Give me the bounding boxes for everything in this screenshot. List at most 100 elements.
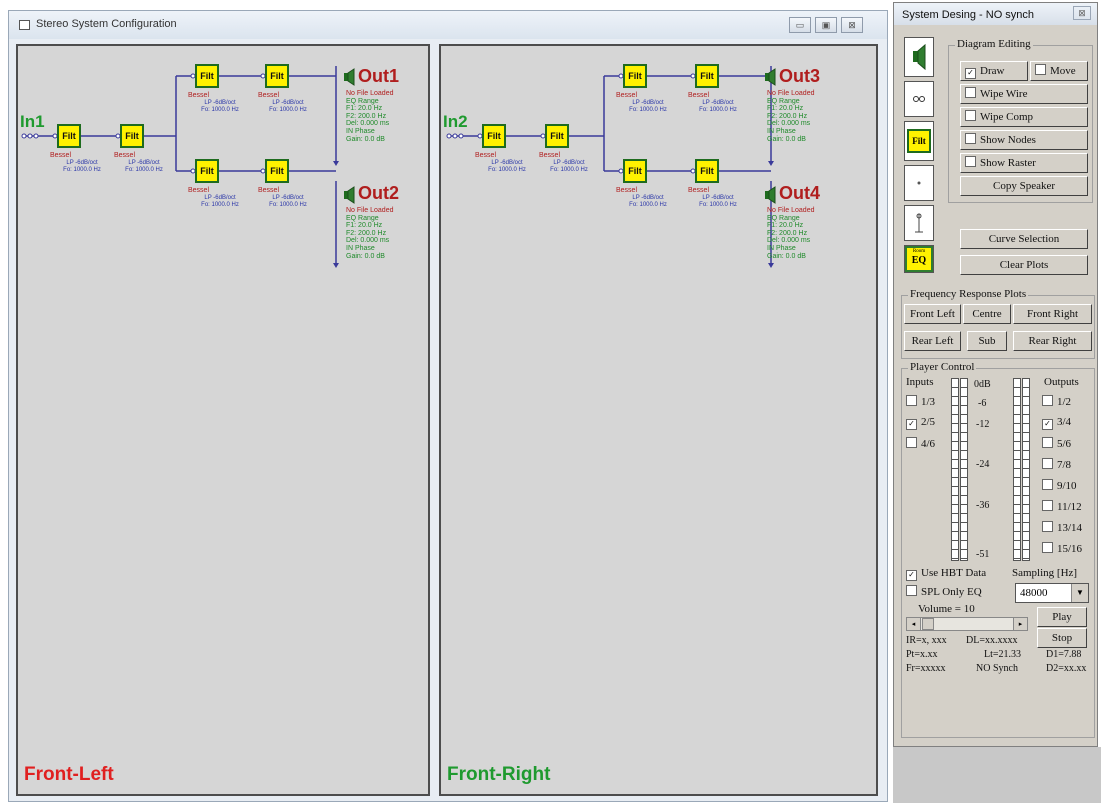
fr-readout: Fr=xxxxx	[906, 663, 946, 674]
close-button[interactable]: ⊠	[1073, 6, 1091, 20]
wipe-comp-toggle[interactable]: Wipe Comp	[960, 107, 1088, 127]
input-checkbox[interactable]: 4/6	[906, 437, 935, 450]
close-button[interactable]: ⊠	[841, 17, 863, 33]
copy-speaker-button[interactable]: Copy Speaker	[960, 176, 1088, 196]
spl-only-checkbox[interactable]: SPL Only EQ	[906, 585, 982, 598]
front-right-panel[interactable]: In2 Filt Bessel LP -6dB/oct Fo: 1000.0 Hz…	[439, 44, 878, 796]
window-icon	[19, 20, 30, 30]
output-checkbox[interactable]: ✓ 3/4	[1042, 416, 1071, 430]
checkbox	[1042, 542, 1053, 553]
room-eq-tool[interactable]: Room EQ	[904, 245, 934, 273]
panel-name: Front-Left	[24, 764, 114, 785]
output-checkbox[interactable]: 11/12	[1042, 500, 1082, 513]
filter-params: LP -6dB/oct Fo: 1000.0 Hz	[201, 195, 239, 208]
output-checkbox[interactable]: 7/8	[1042, 458, 1071, 471]
window-title: System Desing - NO synch	[902, 9, 1035, 21]
play-button[interactable]: Play	[1037, 607, 1087, 627]
filter-block[interactable]: Filt	[265, 64, 289, 88]
dot-icon	[917, 181, 921, 185]
speaker-icon	[913, 43, 926, 71]
centre-plot-button[interactable]: Centre	[963, 304, 1011, 324]
checkbox-checked: ✓	[965, 68, 976, 79]
filter-block[interactable]: Filt	[265, 159, 289, 183]
filter-block[interactable]: Filt	[57, 124, 81, 148]
checkbox-checked: ✓	[906, 570, 917, 581]
db-scale-label: 0dB	[974, 379, 991, 390]
filter-block[interactable]: Filt	[195, 159, 219, 183]
front-right-plot-button[interactable]: Front Right	[1013, 304, 1092, 324]
outputs-label: Outputs	[1044, 376, 1079, 388]
input-checkbox[interactable]: 1/3	[906, 395, 935, 408]
node-tool[interactable]	[904, 165, 934, 201]
curve-selection-button[interactable]: Curve Selection	[960, 229, 1088, 249]
probe-tool[interactable]	[904, 205, 934, 241]
title-bar[interactable]: Stereo System Configuration ▭ ▣ ⊠	[9, 11, 887, 39]
output-checkbox[interactable]: 5/6	[1042, 437, 1071, 450]
speaker-tool[interactable]	[904, 37, 934, 77]
scroll-right-icon[interactable]: ▸	[1013, 618, 1027, 630]
front-left-plot-button[interactable]: Front Left	[904, 304, 961, 324]
system-design-window: System Desing - NO synch ⊠ Filt Room EQ …	[893, 2, 1098, 747]
filter-type: Bessel	[688, 187, 710, 194]
volume-slider[interactable]: ◂ ▸	[906, 617, 1028, 631]
filter-params: LP -6dB/oct Fo: 1000.0 Hz	[699, 195, 737, 208]
filter-block[interactable]: Filt	[120, 124, 144, 148]
filter-params: LP -6dB/oct Fo: 1000.0 Hz	[550, 160, 588, 173]
wiring-diagram	[21, 66, 339, 268]
output-checkbox[interactable]: 1/2	[1042, 395, 1071, 408]
minimize-button[interactable]: ▭	[789, 17, 811, 33]
filter-block[interactable]: Filt	[623, 159, 647, 183]
speaker-icon[interactable]	[343, 186, 357, 204]
filter-block[interactable]: Filt	[482, 124, 506, 148]
show-nodes-toggle[interactable]: Show Nodes	[960, 130, 1088, 150]
sub-plot-button[interactable]: Sub	[967, 331, 1007, 351]
checkbox	[1042, 458, 1053, 469]
group-title: Diagram Editing	[955, 38, 1033, 50]
output-checkbox[interactable]: 15/16	[1042, 542, 1082, 555]
filter-block[interactable]: Filt	[695, 159, 719, 183]
title-bar[interactable]: System Desing - NO synch ⊠	[894, 3, 1097, 25]
sampling-select[interactable]: 48000 ▼	[1015, 583, 1089, 603]
maximize-button[interactable]: ▣	[815, 17, 837, 33]
use-hbt-checkbox[interactable]: ✓ Use HBT Data	[906, 567, 986, 581]
output-info: No File Loaded EQ Range F1: 20.0 Hz F2: …	[767, 90, 815, 143]
output-info: No File Loaded EQ Range F1: 20.0 Hz F2: …	[767, 207, 815, 260]
filter-tool[interactable]: Filt	[904, 121, 934, 161]
front-left-panel[interactable]: In1 Filt Bessel LP -6dB/oct Fo: 1000.0 Hz…	[16, 44, 430, 796]
wire-tool[interactable]	[904, 81, 934, 117]
clear-plots-button[interactable]: Clear Plots	[960, 255, 1088, 275]
move-toggle[interactable]: Move	[1030, 61, 1088, 81]
filter-type: Bessel	[188, 187, 210, 194]
panel-name: Front-Right	[447, 764, 551, 785]
filter-type: Bessel	[616, 187, 638, 194]
filter-params: LP -6dB/oct Fo: 1000.0 Hz	[699, 100, 737, 113]
scroll-left-icon[interactable]: ◂	[907, 618, 921, 630]
checkbox-checked: ✓	[906, 419, 917, 430]
filter-type: Bessel	[688, 92, 710, 99]
checkbox	[1042, 437, 1053, 448]
input-checkbox[interactable]: ✓ 2/5	[906, 416, 935, 430]
checkbox	[1042, 395, 1053, 406]
db-scale-label: -6	[978, 398, 987, 409]
filter-block[interactable]: Filt	[545, 124, 569, 148]
sampling-label: Sampling [Hz]	[1012, 567, 1078, 579]
filter-block[interactable]: Filt	[695, 64, 719, 88]
filt-icon: Filt	[907, 129, 931, 153]
output-label: Out2	[358, 183, 400, 203]
level-meter	[1013, 378, 1021, 561]
filter-block[interactable]: Filt	[623, 64, 647, 88]
sampling-value: 48000	[1020, 587, 1048, 599]
speaker-icon[interactable]	[764, 186, 778, 204]
stop-button[interactable]: Stop	[1037, 628, 1087, 648]
draw-toggle[interactable]: ✓ Draw	[960, 61, 1028, 81]
wipe-wire-toggle[interactable]: Wipe Wire	[960, 84, 1088, 104]
rear-right-plot-button[interactable]: Rear Right	[1013, 331, 1092, 351]
speaker-icon[interactable]	[764, 68, 778, 86]
show-raster-toggle[interactable]: Show Raster	[960, 153, 1088, 173]
output-checkbox[interactable]: 13/14	[1042, 521, 1082, 534]
rear-left-plot-button[interactable]: Rear Left	[904, 331, 961, 351]
output-checkbox[interactable]: 9/10	[1042, 479, 1077, 492]
speaker-icon[interactable]	[343, 68, 357, 86]
filter-block[interactable]: Filt	[195, 64, 219, 88]
slider-thumb[interactable]	[922, 618, 934, 630]
